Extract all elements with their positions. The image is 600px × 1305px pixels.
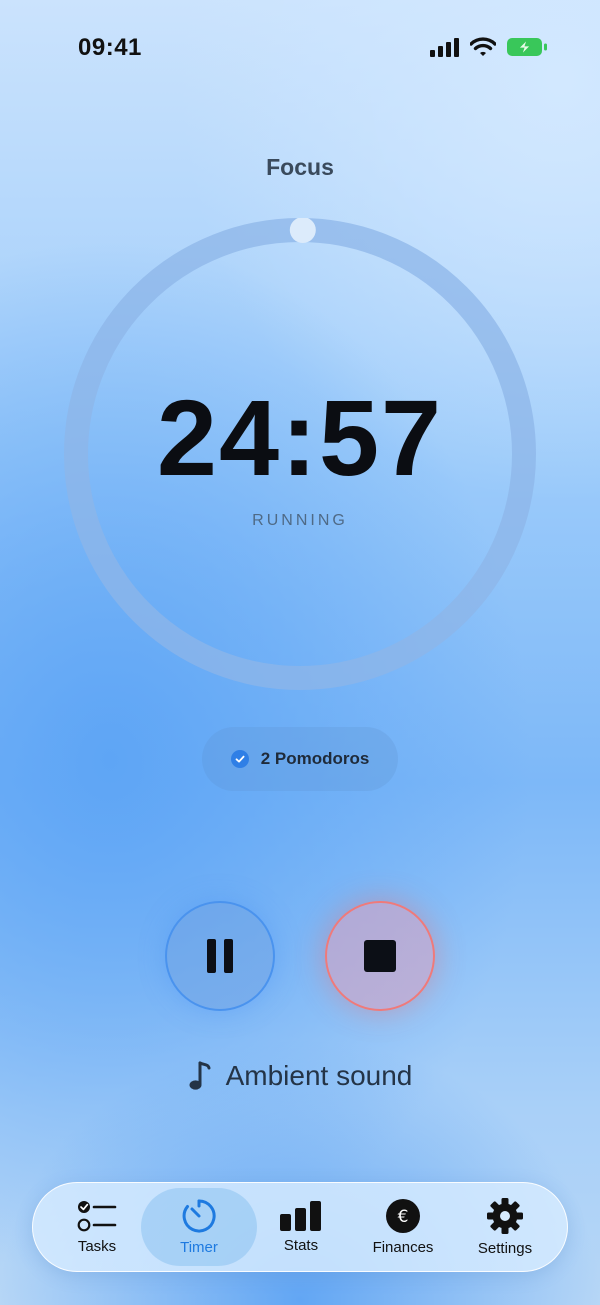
euro-icon: € [386, 1199, 420, 1233]
tab-tasks[interactable]: Tasks [39, 1188, 155, 1266]
pause-button[interactable] [165, 901, 275, 1011]
tab-timer[interactable]: Timer [141, 1188, 257, 1266]
gear-icon [487, 1198, 523, 1234]
ambient-sound-label: Ambient sound [225, 1060, 413, 1091]
music-note-icon [189, 1061, 211, 1090]
tab-label: Timer [180, 1239, 218, 1256]
svg-text:€: € [398, 1207, 409, 1227]
wifi-icon [470, 37, 496, 56]
tab-bar: Tasks Timer Stats € Finances Settings [32, 1182, 568, 1272]
ambient-sound-button[interactable]: Ambient sound [0, 1060, 600, 1092]
tab-label: Tasks [77, 1238, 117, 1255]
timer-icon [182, 1199, 216, 1233]
session-label: 2 Pomodoros [260, 749, 370, 768]
bar-chart-icon [280, 1201, 321, 1231]
signal-icon [430, 38, 459, 57]
mode-title: Focus [266, 154, 334, 180]
time-display: 24:57 [156, 377, 444, 498]
tab-stats[interactable]: Stats [243, 1188, 359, 1266]
tab-finances[interactable]: € Finances [345, 1188, 461, 1266]
status-time: 09:41 [78, 34, 142, 61]
tab-label: Stats [283, 1237, 319, 1254]
tab-label: Settings [477, 1240, 533, 1257]
timer-state: RUNNING [252, 512, 348, 529]
stop-button[interactable] [325, 901, 435, 1011]
timer-ring-knob[interactable] [289, 218, 316, 244]
checklist-icon [77, 1201, 117, 1232]
tab-label: Finances [372, 1239, 434, 1256]
pause-icon [207, 939, 233, 973]
check-circle-icon [230, 750, 249, 768]
stop-icon [364, 940, 396, 972]
battery-charging-icon [507, 38, 547, 56]
tab-settings[interactable]: Settings [447, 1188, 563, 1266]
status-icons [430, 36, 548, 58]
status-bar: 09:41 [0, 0, 600, 96]
session-pill[interactable]: 2 Pomodoros [202, 727, 398, 791]
